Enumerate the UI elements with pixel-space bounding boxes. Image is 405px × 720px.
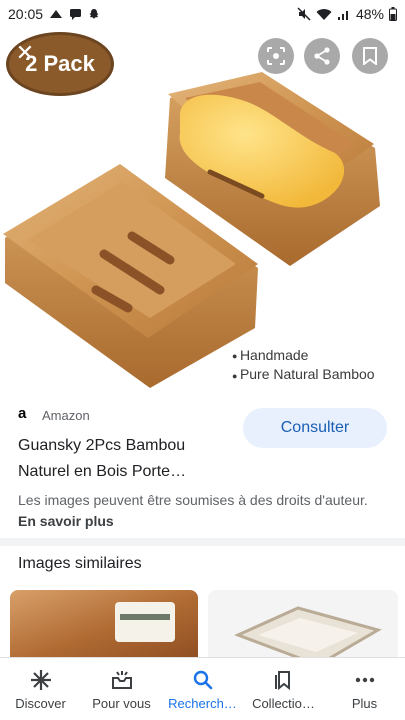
bottom-navigation: Discover Pour vous Recherch… Collectio… …	[0, 657, 405, 720]
snapchat-icon	[89, 9, 99, 19]
feature-item: Handmade	[232, 346, 375, 365]
source-name: Amazon	[42, 407, 90, 423]
nav-label: Discover	[15, 695, 66, 711]
status-bar: 20:05 48%	[0, 0, 405, 28]
signal-icon	[337, 10, 348, 20]
feature-item: Pure Natural Bamboo	[232, 365, 375, 384]
nav-for-you[interactable]: Pour vous	[81, 658, 162, 720]
nav-collections[interactable]: Collectio…	[243, 658, 324, 720]
nav-label: Pour vous	[92, 695, 151, 711]
nav-more[interactable]: Plus	[324, 658, 405, 720]
notification-icon	[50, 10, 63, 18]
nav-label: Recherch…	[168, 695, 237, 711]
lens-button[interactable]	[258, 38, 294, 74]
more-icon	[355, 677, 374, 682]
asterisk-icon	[30, 669, 51, 690]
wifi-icon	[316, 8, 332, 20]
amazon-logo-icon: a	[18, 405, 27, 422]
feature-list: Handmade Pure Natural Bamboo	[232, 346, 375, 385]
bookmark-icon	[363, 47, 377, 65]
message-icon	[70, 9, 82, 20]
nav-label: Collectio…	[252, 695, 315, 711]
collections-icon	[274, 670, 290, 690]
close-icon[interactable]: ✕	[14, 42, 36, 64]
copyright-text: Les images peuvent être soumises à des d…	[18, 492, 368, 508]
battery-icon	[389, 7, 397, 21]
product-title[interactable]: Guansky 2Pcs Bambou Naturel en Bois Port…	[18, 433, 238, 485]
lens-icon	[267, 47, 285, 65]
visit-button[interactable]: Consulter	[243, 408, 387, 448]
learn-more-link[interactable]: En savoir plus	[18, 513, 114, 529]
share-icon	[314, 47, 330, 65]
nav-label: Plus	[351, 695, 378, 711]
status-time: 20:05	[8, 6, 44, 22]
share-button[interactable]	[304, 38, 340, 74]
mute-icon	[297, 7, 311, 21]
nav-search[interactable]: Recherch…	[162, 658, 243, 720]
product-image[interactable]: 2 Pack ✕ Handmade Pure Natural Bamboo	[0, 28, 405, 390]
similar-images-heading: Images similaires	[18, 555, 142, 572]
inbox-icon	[111, 670, 132, 689]
copyright-notice: Les images peuvent être soumises à des d…	[18, 490, 388, 532]
source-row[interactable]: a Amazon	[18, 405, 90, 423]
search-icon	[193, 670, 212, 689]
save-button[interactable]	[352, 38, 388, 74]
nav-discover[interactable]: Discover	[0, 658, 81, 720]
battery-percent: 48%	[355, 6, 384, 22]
section-divider	[0, 538, 405, 546]
